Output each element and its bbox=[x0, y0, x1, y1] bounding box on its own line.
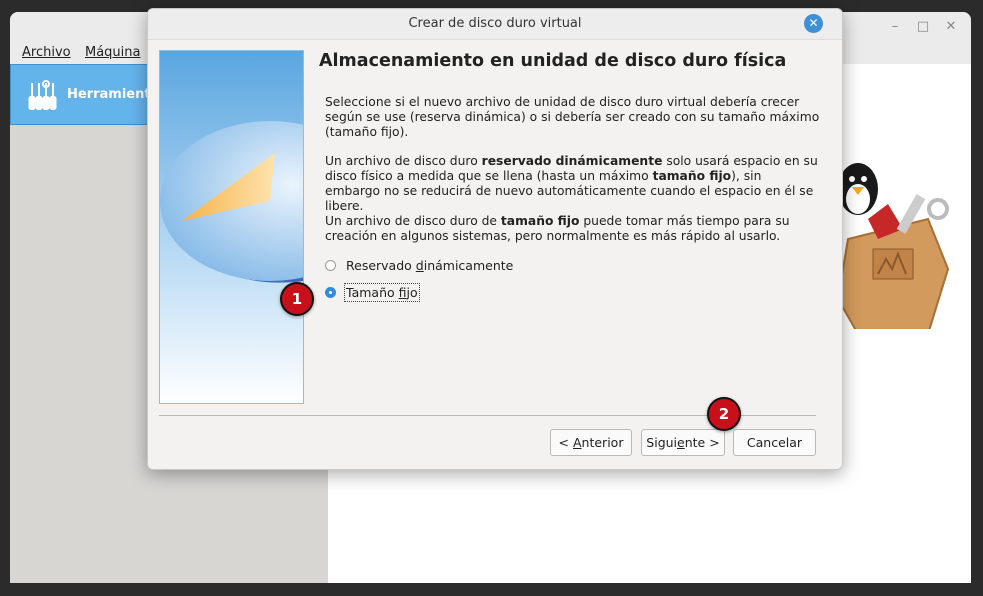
tools-icon bbox=[28, 80, 57, 110]
step-marker-2: 2 bbox=[707, 397, 741, 431]
back-button[interactable]: < Anterior bbox=[550, 429, 632, 456]
dynamic-paragraph: Un archivo de disco duro reservado dinám… bbox=[325, 154, 818, 213]
option-fixed-label[interactable]: Tamaño fijo bbox=[344, 282, 420, 302]
cancel-button[interactable]: Cancelar bbox=[733, 429, 816, 456]
intro-paragraph: Seleccione si el nuevo archivo de unidad… bbox=[325, 95, 820, 139]
step-marker-1: 1 bbox=[280, 282, 314, 316]
option-dynamic-label[interactable]: Reservado dinámicamente bbox=[346, 258, 513, 273]
radio-fixed[interactable] bbox=[325, 286, 336, 298]
minimize-button[interactable]: – bbox=[886, 18, 904, 36]
menu-maquina[interactable]: Máquina bbox=[85, 45, 141, 60]
menu-archivo[interactable]: Archivo bbox=[22, 45, 71, 60]
next-button[interactable]: Siguiente > bbox=[641, 429, 725, 456]
close-window-button[interactable]: ✕ bbox=[942, 18, 960, 36]
dialog-close-icon[interactable]: ✕ bbox=[804, 14, 823, 33]
fixed-paragraph: Un archivo de disco duro de tamaño fijo … bbox=[325, 214, 790, 243]
dialog-titlebar: Crear de disco duro virtual ✕ bbox=[148, 9, 842, 40]
create-disk-dialog: Crear de disco duro virtual ✕ Almacenami… bbox=[147, 8, 843, 470]
maximize-button[interactable]: □ bbox=[914, 18, 932, 36]
disk-illustration bbox=[159, 50, 304, 404]
dialog-title: Crear de disco duro virtual bbox=[408, 16, 582, 31]
radio-dynamic[interactable] bbox=[325, 259, 336, 271]
option-dynamic[interactable]: Reservado dinámicamente bbox=[325, 255, 513, 275]
dialog-heading: Almacenamiento en unidad de disco duro f… bbox=[319, 51, 787, 71]
option-fixed[interactable]: Tamaño fijo bbox=[325, 282, 420, 302]
disk-pie-icon bbox=[160, 51, 303, 403]
